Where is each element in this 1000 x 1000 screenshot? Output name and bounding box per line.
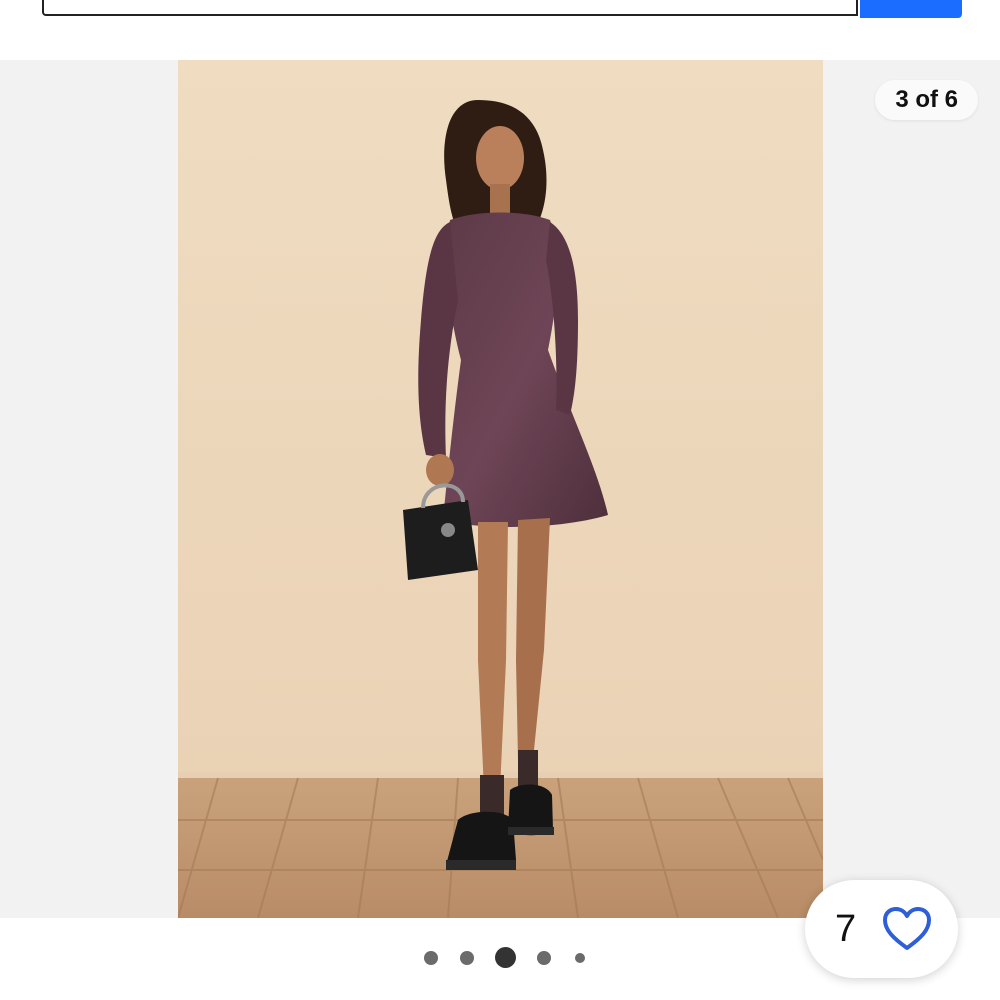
carousel-dot-1[interactable] xyxy=(424,951,438,965)
carousel-dot-3-active[interactable] xyxy=(495,947,516,968)
model-in-dress-image xyxy=(178,60,823,918)
like-button[interactable]: 7 xyxy=(805,880,958,978)
carousel-dot-4[interactable] xyxy=(537,951,551,965)
product-page: 3 of 6 7 xyxy=(0,0,1000,1000)
product-photo[interactable] xyxy=(178,60,823,918)
image-counter-badge: 3 of 6 xyxy=(875,80,978,120)
like-count: 7 xyxy=(835,908,857,950)
heart-outline-icon xyxy=(883,907,931,950)
search-button[interactable] xyxy=(860,0,962,18)
search-input[interactable] xyxy=(42,0,858,16)
image-gallery[interactable]: 3 of 6 xyxy=(0,60,1000,918)
carousel-dot-2[interactable] xyxy=(460,951,474,965)
carousel-dot-5[interactable] xyxy=(575,953,585,963)
